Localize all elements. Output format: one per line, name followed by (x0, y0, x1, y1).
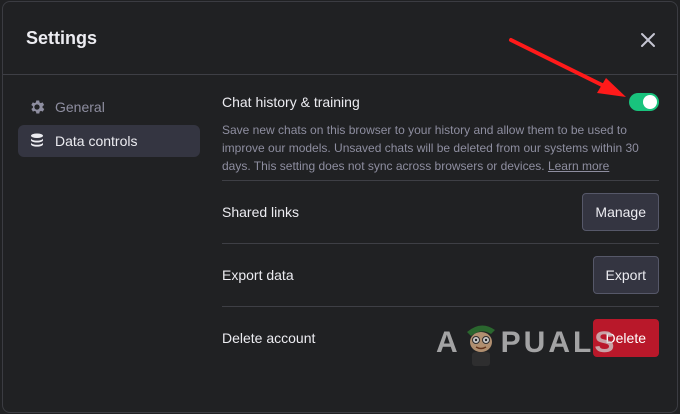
sidebar-item-label: General (55, 99, 105, 115)
manage-button[interactable]: Manage (582, 193, 659, 231)
delete-account-label: Delete account (222, 330, 316, 346)
export-data-label: Export data (222, 267, 294, 283)
export-data-row: Export data Export (222, 244, 659, 307)
delete-account-row: Delete account Delete (222, 307, 659, 369)
data-controls-panel: Chat history & training Save new chats o… (222, 76, 659, 369)
settings-dialog: Settings General Data controls Chat hist… (2, 1, 678, 413)
gear-icon (28, 98, 46, 116)
settings-sidebar: General Data controls (18, 91, 200, 159)
chat-history-label: Chat history & training (222, 94, 360, 110)
sidebar-item-general[interactable]: General (18, 91, 200, 123)
sidebar-item-data-controls[interactable]: Data controls (18, 125, 200, 157)
toggle-knob (643, 95, 657, 109)
learn-more-link[interactable]: Learn more (548, 159, 609, 173)
dialog-header: Settings (3, 2, 677, 75)
shared-links-label: Shared links (222, 204, 300, 220)
close-icon[interactable] (635, 27, 661, 53)
chat-history-row: Chat history & training Save new chats o… (222, 76, 659, 181)
shared-links-row: Shared links Manage (222, 181, 659, 244)
delete-button[interactable]: Delete (592, 319, 659, 357)
database-icon (28, 132, 46, 150)
sidebar-item-label: Data controls (55, 133, 138, 149)
chat-history-toggle[interactable] (629, 93, 659, 111)
chat-history-description: Save new chats on this browser to your h… (222, 121, 642, 175)
export-button[interactable]: Export (592, 256, 659, 294)
dialog-title: Settings (26, 28, 98, 48)
